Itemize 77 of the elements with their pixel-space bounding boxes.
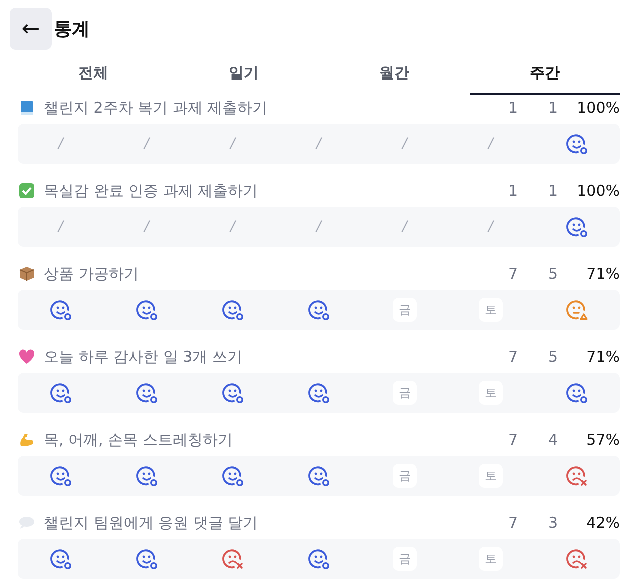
sad-face-icon: [566, 464, 588, 488]
done-count: 3: [547, 514, 558, 532]
smiley-icon: [222, 298, 244, 322]
smiley-icon: [308, 298, 330, 322]
heart-icon: [18, 348, 36, 366]
empty-day-mark: /: [402, 219, 408, 235]
neutral-face-icon: [566, 298, 588, 322]
empty-day-mark: /: [402, 136, 408, 152]
check-icon: [18, 182, 36, 200]
smiley-icon: [308, 382, 330, 404]
day-label: 금: [393, 298, 417, 322]
sad-face-icon: [222, 548, 244, 570]
completion-rate: 71%: [586, 348, 620, 366]
done-count: 1: [547, 182, 558, 200]
done-count: 1: [547, 99, 558, 117]
day-label: 금: [393, 464, 417, 488]
tab[interactable]: 월간: [319, 58, 470, 95]
smiley-icon: [222, 464, 244, 488]
smiley-icon: [50, 548, 72, 570]
empty-day-mark: /: [316, 136, 322, 152]
completion-rate: 71%: [586, 265, 620, 283]
flexed-arm-icon: [18, 431, 36, 449]
book-icon: [18, 99, 36, 117]
empty-day-mark: /: [58, 136, 64, 152]
empty-day-mark: /: [144, 219, 150, 235]
goal-count: 7: [507, 514, 518, 532]
smiley-icon: [566, 382, 588, 404]
task-title: 오늘 하루 감사한 일 3개 쓰기: [44, 348, 244, 366]
task-title: 챌린지 팀원에게 응원 댓글 달기: [44, 514, 260, 532]
goal-count: 7: [507, 431, 518, 449]
completion-rate: 57%: [586, 431, 620, 449]
back-button[interactable]: ←: [10, 8, 52, 50]
sad-face-icon: [566, 548, 588, 570]
goal-count: 7: [507, 348, 518, 366]
smiley-icon: [308, 548, 330, 570]
page-title: 통계: [54, 18, 90, 41]
day-label: 토: [479, 547, 503, 571]
empty-day-mark: /: [488, 136, 494, 152]
day-label: 금: [393, 547, 417, 571]
done-count: 4: [547, 431, 558, 449]
smiley-icon: [308, 464, 330, 488]
task-title: 상품 가공하기: [44, 264, 140, 284]
package-icon: [18, 265, 36, 283]
smiley-icon: [566, 216, 588, 238]
done-count: 5: [547, 265, 558, 283]
task-title: 챌린지 2주차 복기 과제 제출하기: [44, 98, 269, 118]
smiley-icon: [50, 464, 72, 488]
empty-day-mark: /: [230, 219, 236, 235]
empty-day-mark: /: [230, 136, 236, 152]
day-label: 토: [479, 298, 503, 322]
done-count: 5: [547, 348, 558, 366]
smiley-icon: [136, 548, 158, 570]
smiley-icon: [222, 382, 244, 404]
smiley-icon: [136, 298, 158, 322]
goal-count: 1: [507, 182, 518, 200]
smiley-icon: [136, 464, 158, 488]
smiley-icon: [50, 298, 72, 322]
goal-count: 1: [507, 99, 518, 117]
smiley-icon: [50, 382, 72, 404]
goal-count: 7: [507, 265, 518, 283]
day-label: 토: [479, 464, 503, 488]
tab[interactable]: 일기: [168, 58, 319, 95]
empty-day-mark: /: [488, 219, 494, 235]
tab[interactable]: 주간: [470, 58, 620, 95]
completion-rate: 42%: [586, 514, 620, 532]
empty-day-mark: /: [144, 136, 150, 152]
task-title: 목, 어깨, 손목 스트레칭하기: [44, 430, 234, 450]
day-label: 금: [393, 381, 417, 405]
completion-rate: 100%: [576, 182, 620, 200]
empty-day-mark: /: [316, 219, 322, 235]
completion-rate: 100%: [576, 99, 620, 117]
tab[interactable]: 전체: [18, 58, 168, 95]
empty-day-mark: /: [58, 219, 64, 235]
task-title: 목실감 완료 인증 과제 제출하기: [44, 182, 260, 200]
day-label: 토: [479, 381, 503, 405]
smiley-icon: [566, 132, 588, 156]
smiley-icon: [136, 382, 158, 404]
